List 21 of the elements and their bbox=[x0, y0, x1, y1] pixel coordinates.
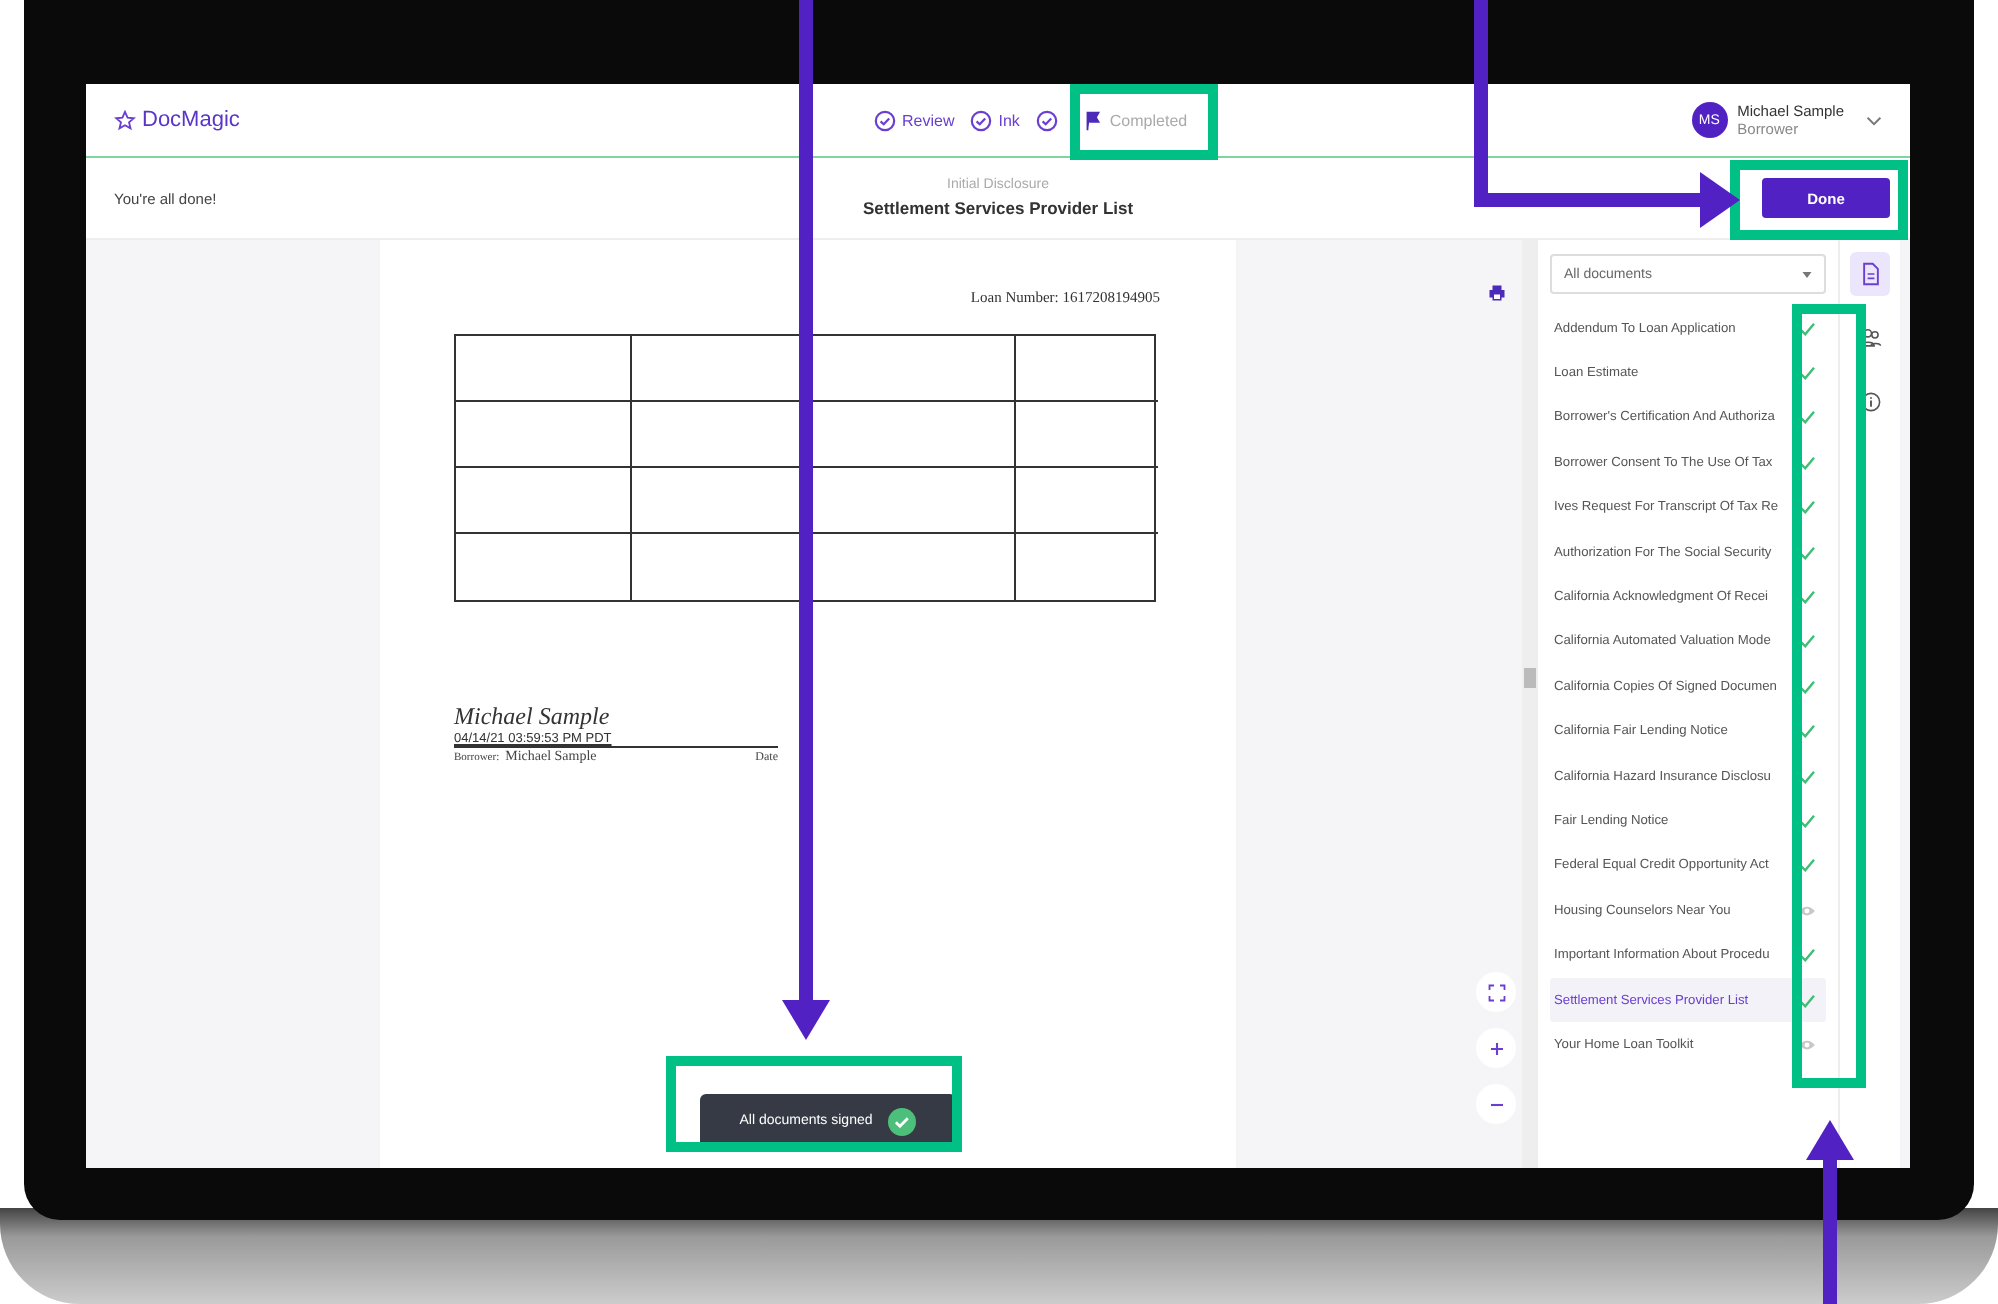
check-circle-icon bbox=[970, 109, 993, 131]
check-circle-icon bbox=[888, 1107, 917, 1135]
fullscreen-button[interactable] bbox=[1476, 972, 1516, 1012]
step-label[interactable]: Ink bbox=[998, 111, 1020, 129]
check-circle-icon bbox=[1035, 109, 1058, 131]
flag-icon bbox=[1081, 109, 1104, 131]
document-title: Settlement Services Provider List bbox=[862, 198, 1134, 218]
check-circle-icon bbox=[874, 109, 896, 131]
chevron-down-icon[interactable] bbox=[1866, 115, 1882, 125]
plus-icon bbox=[1487, 1039, 1505, 1057]
document-icon bbox=[1859, 262, 1881, 286]
signature: Michael Sample bbox=[454, 702, 610, 732]
document-tab[interactable] bbox=[1850, 252, 1890, 296]
caret-icon bbox=[1802, 271, 1812, 277]
zoom-in-button[interactable] bbox=[1476, 1028, 1516, 1068]
scrollbar[interactable] bbox=[1522, 240, 1538, 1168]
printer-icon bbox=[1487, 283, 1505, 301]
step-label[interactable]: Review bbox=[902, 111, 955, 129]
app-logo: DocMagic bbox=[142, 108, 240, 132]
fullscreen-icon bbox=[1487, 983, 1505, 1001]
star-icon bbox=[114, 109, 136, 131]
